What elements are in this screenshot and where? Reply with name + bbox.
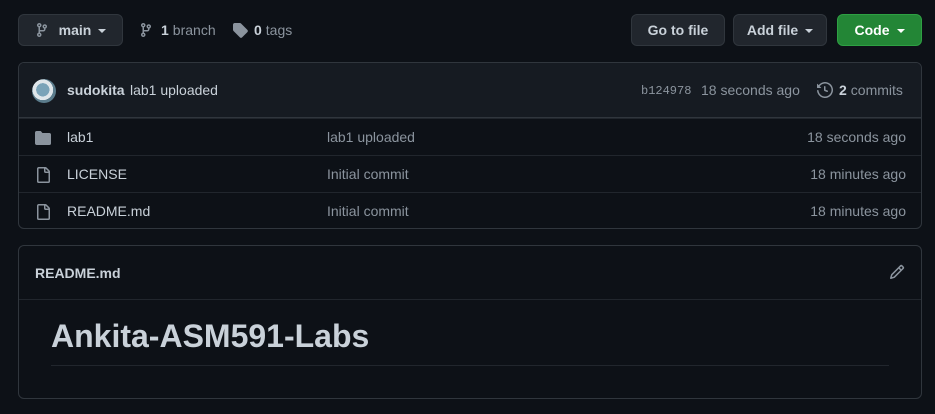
history-icon (817, 82, 833, 98)
heading-divider (51, 365, 889, 366)
branch-select-button[interactable]: main (18, 14, 123, 46)
file-icon (37, 167, 50, 183)
file-name[interactable]: LICENSE (67, 166, 127, 182)
file-name[interactable]: README.md (67, 203, 150, 219)
file-icon (37, 204, 50, 220)
tags-count: 0 (254, 22, 262, 38)
file-commit-message[interactable]: lab1 uploaded (327, 129, 415, 145)
commits-link[interactable]: 2 commits (817, 82, 903, 98)
commit-time: 18 seconds ago (701, 82, 800, 98)
git-branch-icon (141, 23, 151, 37)
commit-message[interactable]: lab1 uploaded (130, 82, 218, 98)
branches-count: 1 (161, 22, 169, 38)
branch-name: main (58, 22, 92, 38)
code-label: Code (854, 22, 890, 38)
file-commit-time: 18 minutes ago (810, 203, 906, 219)
commits-label: commits (850, 82, 903, 98)
file-row[interactable]: LICENSE Initial commit 18 minutes ago (19, 155, 921, 192)
repo-toolbar: main 1 branch 0 tags Go to file Add file… (18, 14, 922, 46)
file-row[interactable]: lab1 lab1 uploaded 18 seconds ago (19, 118, 921, 155)
avatar[interactable] (32, 79, 56, 103)
go-to-file-label: Go to file (647, 22, 709, 38)
commit-sha[interactable]: b124978 (641, 84, 691, 98)
add-file-label: Add file (746, 22, 799, 38)
tags-link[interactable]: 0 tags (232, 14, 292, 46)
chevron-down-icon (805, 29, 814, 33)
file-name[interactable]: lab1 (67, 129, 93, 145)
chevron-down-icon (98, 29, 107, 33)
folder-icon (35, 131, 51, 145)
commits-count: 2 (839, 82, 847, 98)
tag-icon (233, 23, 248, 38)
commit-author[interactable]: sudokita (67, 82, 125, 98)
branches-link[interactable]: 1 branch (139, 14, 216, 46)
branches-label: branch (172, 22, 216, 38)
file-commit-message[interactable]: Initial commit (327, 166, 409, 182)
file-commit-time: 18 seconds ago (807, 129, 906, 145)
readme-filename[interactable]: README.md (35, 265, 121, 281)
latest-commit-bar: sudokita lab1 uploaded b124978 18 second… (19, 63, 921, 118)
file-browser: sudokita lab1 uploaded b124978 18 second… (18, 62, 922, 229)
file-commit-message[interactable]: Initial commit (327, 203, 409, 219)
tags-label: tags (265, 22, 293, 38)
pencil-icon[interactable] (889, 264, 905, 280)
file-row[interactable]: README.md Initial commit 18 minutes ago (19, 192, 921, 228)
go-to-file-button[interactable]: Go to file (631, 14, 725, 46)
readme-header: README.md (19, 246, 921, 300)
code-button[interactable]: Code (837, 14, 922, 46)
chevron-down-icon (896, 29, 905, 33)
add-file-button[interactable]: Add file (733, 14, 827, 46)
git-branch-icon (36, 23, 47, 37)
readme-panel: README.md Ankita-ASM591-Labs (18, 245, 922, 399)
readme-heading: Ankita-ASM591-Labs (51, 318, 370, 354)
file-commit-time: 18 minutes ago (810, 166, 906, 182)
